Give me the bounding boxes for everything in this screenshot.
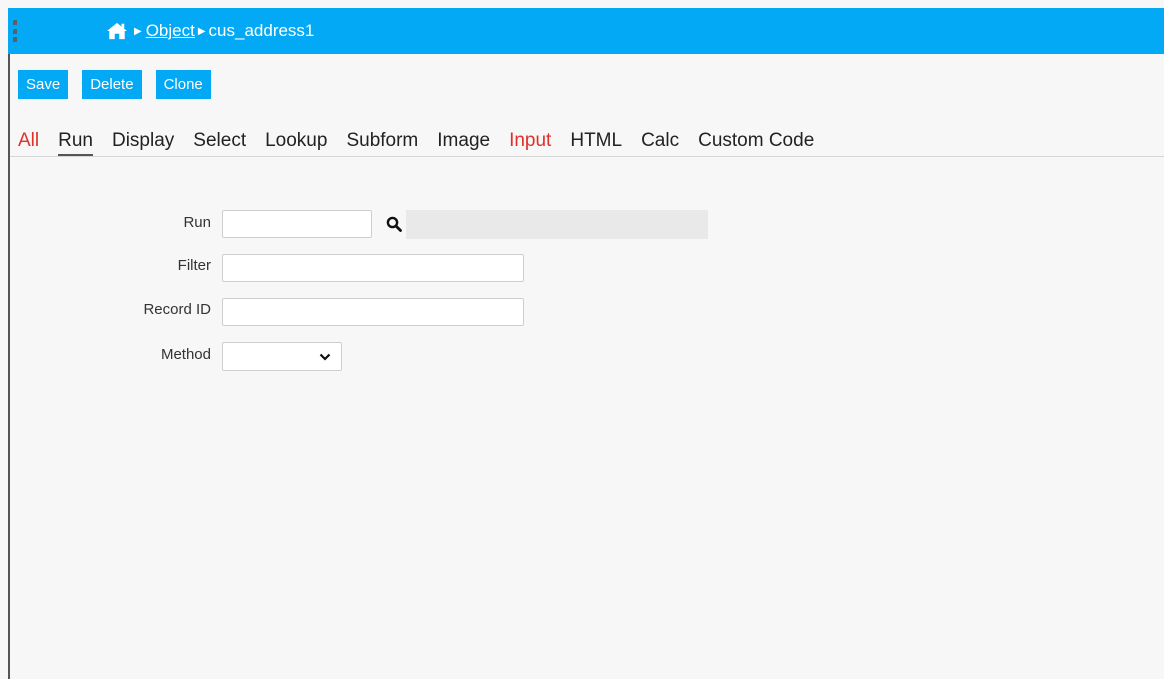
filter-input[interactable]	[222, 254, 524, 282]
top-bar: ▶ Object ▶ cus_address1	[8, 8, 1164, 54]
tab-all[interactable]: All	[18, 130, 39, 154]
breadcrumb-separator-icon: ▶	[134, 25, 142, 37]
method-label: Method	[160, 346, 211, 363]
chevron-down-icon	[319, 353, 331, 361]
delete-button[interactable]: Delete	[82, 70, 142, 99]
search-icon[interactable]	[386, 216, 402, 232]
tab-divider	[10, 156, 1164, 157]
filter-label: Filter	[177, 257, 211, 274]
record-id-input[interactable]	[222, 298, 524, 326]
breadcrumb-object-link[interactable]: Object	[146, 21, 195, 41]
tab-image[interactable]: Image	[437, 130, 490, 154]
breadcrumb-separator-icon: ▶	[197, 25, 206, 37]
tab-lookup[interactable]: Lookup	[265, 130, 327, 154]
tab-bar: All Run Display Select Lookup Subform Im…	[18, 130, 833, 157]
tab-display[interactable]: Display	[112, 130, 174, 154]
tab-custom-code[interactable]: Custom Code	[698, 130, 814, 154]
kebab-menu-icon[interactable]	[12, 20, 18, 42]
run-lookup-display	[406, 210, 708, 239]
save-button[interactable]: Save	[18, 70, 69, 99]
tab-calc[interactable]: Calc	[641, 130, 679, 154]
run-input[interactable]	[222, 210, 372, 238]
tab-run[interactable]: Run	[58, 130, 93, 157]
tab-html[interactable]: HTML	[570, 130, 622, 154]
run-label: Run	[183, 214, 211, 231]
breadcrumb-current: cus_address1	[208, 21, 315, 40]
tab-subform[interactable]: Subform	[346, 130, 418, 154]
toolbar: Save Delete Clone	[18, 70, 211, 99]
method-select[interactable]	[222, 342, 342, 371]
tab-input[interactable]: Input	[509, 130, 551, 154]
record-id-label: Record ID	[143, 301, 211, 318]
clone-button[interactable]: Clone	[155, 70, 211, 99]
tab-select[interactable]: Select	[193, 130, 246, 154]
left-border	[8, 54, 10, 679]
breadcrumb: ▶ Object ▶ cus_address1	[106, 8, 314, 54]
home-icon[interactable]	[106, 21, 128, 41]
